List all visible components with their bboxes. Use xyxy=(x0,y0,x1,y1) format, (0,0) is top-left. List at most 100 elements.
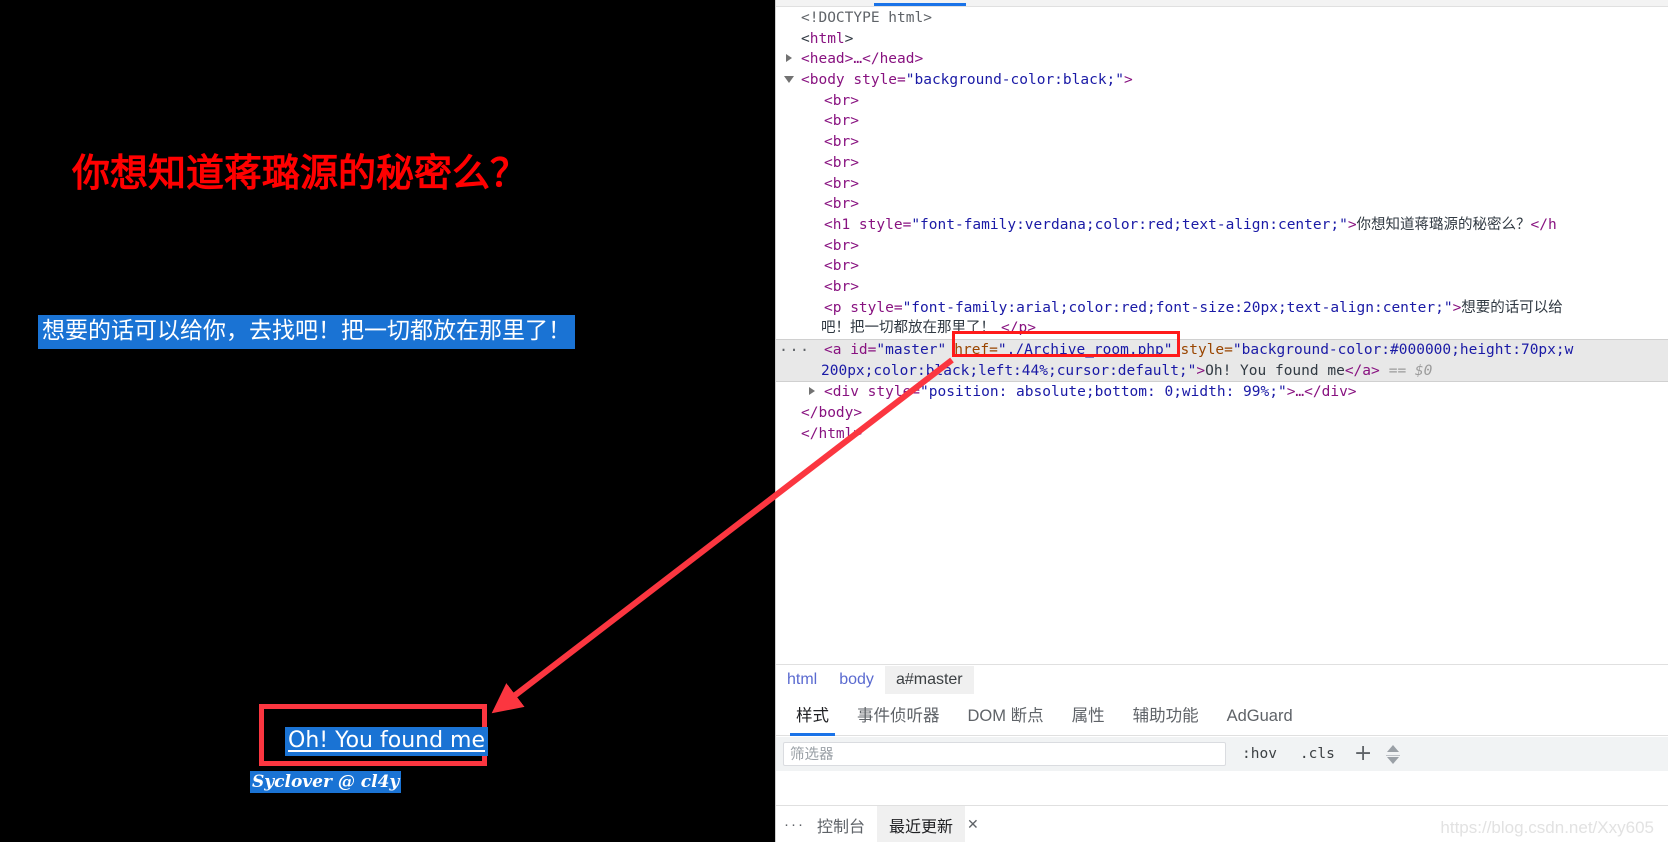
filter-input[interactable]: 筛选器 xyxy=(783,742,1226,766)
chevron-right-icon-div[interactable] xyxy=(809,387,815,396)
chevron-right-icon[interactable] xyxy=(786,54,792,63)
dom-node-a-master-wrap[interactable]: 200px;color:black;left:44%;cursor:defaul… xyxy=(776,360,1668,383)
p-inner-text-line2: 吧！把一切都放在那里了！ xyxy=(821,320,995,337)
drawer-tab-changes[interactable]: 最近更新 xyxy=(877,806,966,842)
div-style-value: "position: absolute;bottom: 0;width: 99%… xyxy=(920,384,1287,401)
p-tag-open: <p style= xyxy=(824,299,903,316)
br-text-7: <br> xyxy=(824,237,859,254)
dom-node-br-4[interactable]: <br> xyxy=(776,153,1668,174)
p-tag-close: </p> xyxy=(1001,320,1036,337)
watermark-url: https://blog.csdn.net/Xxy605 xyxy=(1440,818,1654,837)
a-id-value: "master" xyxy=(876,342,947,358)
page-footer-credit: Syclover @ cl4y xyxy=(250,771,402,793)
chevron-down-icon[interactable] xyxy=(784,76,794,87)
br-text-3: <br> xyxy=(824,134,859,151)
drawer-more-button[interactable]: ··· xyxy=(784,816,805,833)
dom-node-doctype[interactable]: <!DOCTYPE html> xyxy=(776,8,1668,29)
html-tagname: html xyxy=(809,30,845,47)
doctype-text: <!DOCTYPE html> xyxy=(801,10,932,26)
a-href-value[interactable]: "./Archive_room.php" xyxy=(998,342,1173,358)
br-text-5: <br> xyxy=(824,175,859,192)
a-tag-open: <a id= xyxy=(824,342,877,358)
div-tag-close: >…</div> xyxy=(1286,384,1357,401)
tab-event-listeners[interactable]: 事件侦听器 xyxy=(843,695,954,735)
p-inner-text-line1: 想要的话可以给 xyxy=(1461,299,1563,316)
chevron-down-icon-stepper[interactable] xyxy=(1387,756,1400,764)
dom-node-head[interactable]: <head>…</head> xyxy=(776,49,1668,70)
tab-adguard[interactable]: AdGuard xyxy=(1213,700,1307,735)
drawer-tab-console[interactable]: 控制台 xyxy=(805,806,877,842)
head-node-text: <head>…</head> xyxy=(801,51,924,68)
close-icon[interactable]: ✕ xyxy=(967,816,979,833)
body-close-text: </body> xyxy=(801,405,863,422)
dom-node-a-master[interactable]: ··· <a id="master" href="./Archive_room.p… xyxy=(776,339,1668,361)
p-style-value: "font-family:arial;color:red;font-size:2… xyxy=(902,299,1453,316)
dom-node-h1[interactable]: <h1 style="font-family:verdana;color:red… xyxy=(776,215,1668,236)
dom-node-html-open[interactable]: <html> xyxy=(776,29,1668,50)
dom-node-br-1[interactable]: <br> xyxy=(776,91,1668,112)
selected-node-marker: == $0 xyxy=(1388,362,1433,379)
stepper-divider xyxy=(1386,754,1401,756)
h1-tag-gt: > xyxy=(1347,216,1357,233)
styles-filter-row: 筛选器 :hov .cls + xyxy=(776,737,1668,772)
a-style-value-line2: 200px;color:black;left:44%;cursor:defaul… xyxy=(821,362,1197,379)
dom-node-p-wrap[interactable]: 吧！把一切都放在那里了！ </p> xyxy=(776,318,1668,339)
dom-node-br-6[interactable]: <br> xyxy=(776,194,1668,215)
dom-tree[interactable]: <!DOCTYPE html> <html> <head>…</head> <b… xyxy=(776,8,1668,663)
h1-tag-close: </h xyxy=(1530,216,1557,233)
br-text-8: <br> xyxy=(824,258,859,275)
a-style-value-line1: "background-color:#000000;height:70px;w xyxy=(1232,342,1574,358)
a-style-attr: style= xyxy=(1180,342,1233,358)
dom-node-body-open[interactable]: <body style="background-color:black;"> xyxy=(776,70,1668,91)
cls-button[interactable]: .cls xyxy=(1293,743,1342,765)
breadcrumb: html body a#master xyxy=(776,664,1668,696)
body-tag-gt: > xyxy=(1124,72,1133,89)
div-tag-open: <div style= xyxy=(824,384,921,401)
dom-node-br-7[interactable]: <br> xyxy=(776,236,1668,257)
a-inner-text: Oh! You found me xyxy=(1205,362,1345,379)
html-close-bracket: > xyxy=(844,30,854,47)
a-tag-close: </a> xyxy=(1344,362,1380,379)
body-tag-open: <body style= xyxy=(801,72,906,89)
tab-styles[interactable]: 样式 xyxy=(782,695,843,736)
dom-node-p[interactable]: <p style="font-family:arial;color:red;fo… xyxy=(776,298,1668,319)
page-paragraph-text: 想要的话可以给你，去找吧！把一切都放在那里了！ xyxy=(38,315,575,349)
computed-styles-stepper[interactable] xyxy=(1384,744,1402,764)
screenshot-root: 你想知道蒋璐源的秘密么？ 想要的话可以给你，去找吧！把一切都放在那里了！ Oh!… xyxy=(0,0,1668,842)
dom-node-div[interactable]: <div style="position: absolute;bottom: 0… xyxy=(776,382,1668,403)
page-heading: 你想知道蒋璐源的秘密么？ xyxy=(71,151,528,195)
br-text-9: <br> xyxy=(824,278,859,295)
a-tag-gt: > xyxy=(1196,362,1206,379)
breadcrumb-item-a-master[interactable]: a#master xyxy=(884,666,974,694)
breadcrumb-item-body[interactable]: body xyxy=(828,666,885,694)
dom-node-body-close[interactable]: </body> xyxy=(776,403,1668,424)
page-paragraph: 想要的话可以给你，去找吧！把一切都放在那里了！ xyxy=(0,311,613,349)
tab-dom-breakpoints[interactable]: DOM 断点 xyxy=(954,695,1058,735)
dom-node-br-2[interactable]: <br> xyxy=(776,111,1668,132)
node-overflow-ellipsis[interactable]: ··· xyxy=(779,340,811,361)
sidebar-tabs: 样式 事件侦听器 DOM 断点 属性 辅助功能 AdGuard xyxy=(776,695,1668,736)
br-text-4: <br> xyxy=(824,154,859,171)
a-href-attr: href= xyxy=(954,342,998,358)
master-link[interactable]: Oh! You found me xyxy=(285,727,489,756)
p-tag-gt: > xyxy=(1452,299,1462,316)
dom-node-br-8[interactable]: <br> xyxy=(776,256,1668,277)
chevron-up-icon[interactable] xyxy=(1387,744,1400,752)
br-text-1: <br> xyxy=(824,92,859,109)
tab-accessibility[interactable]: 辅助功能 xyxy=(1119,695,1213,735)
body-style-value: "background-color:black;" xyxy=(905,72,1125,89)
elements-tab-underline xyxy=(874,3,966,6)
breadcrumb-item-html[interactable]: html xyxy=(776,666,828,694)
new-style-rule-button[interactable]: + xyxy=(1354,743,1372,765)
dom-node-br-3[interactable]: <br> xyxy=(776,132,1668,153)
br-text-6: <br> xyxy=(824,196,859,213)
rendered-webpage-pane: 你想知道蒋璐源的秘密么？ 想要的话可以给你，去找吧！把一切都放在那里了！ Oh!… xyxy=(0,0,775,842)
hov-button[interactable]: :hov xyxy=(1235,743,1284,765)
dom-node-br-5[interactable]: <br> xyxy=(776,174,1668,195)
br-text-2: <br> xyxy=(824,113,859,130)
devtools-pane: <!DOCTYPE html> <html> <head>…</head> <b… xyxy=(775,0,1668,842)
html-open-bracket: < xyxy=(801,30,810,47)
dom-node-html-close[interactable]: </html> xyxy=(776,424,1668,445)
dom-node-br-9[interactable]: <br> xyxy=(776,277,1668,298)
tab-properties[interactable]: 属性 xyxy=(1058,695,1119,735)
